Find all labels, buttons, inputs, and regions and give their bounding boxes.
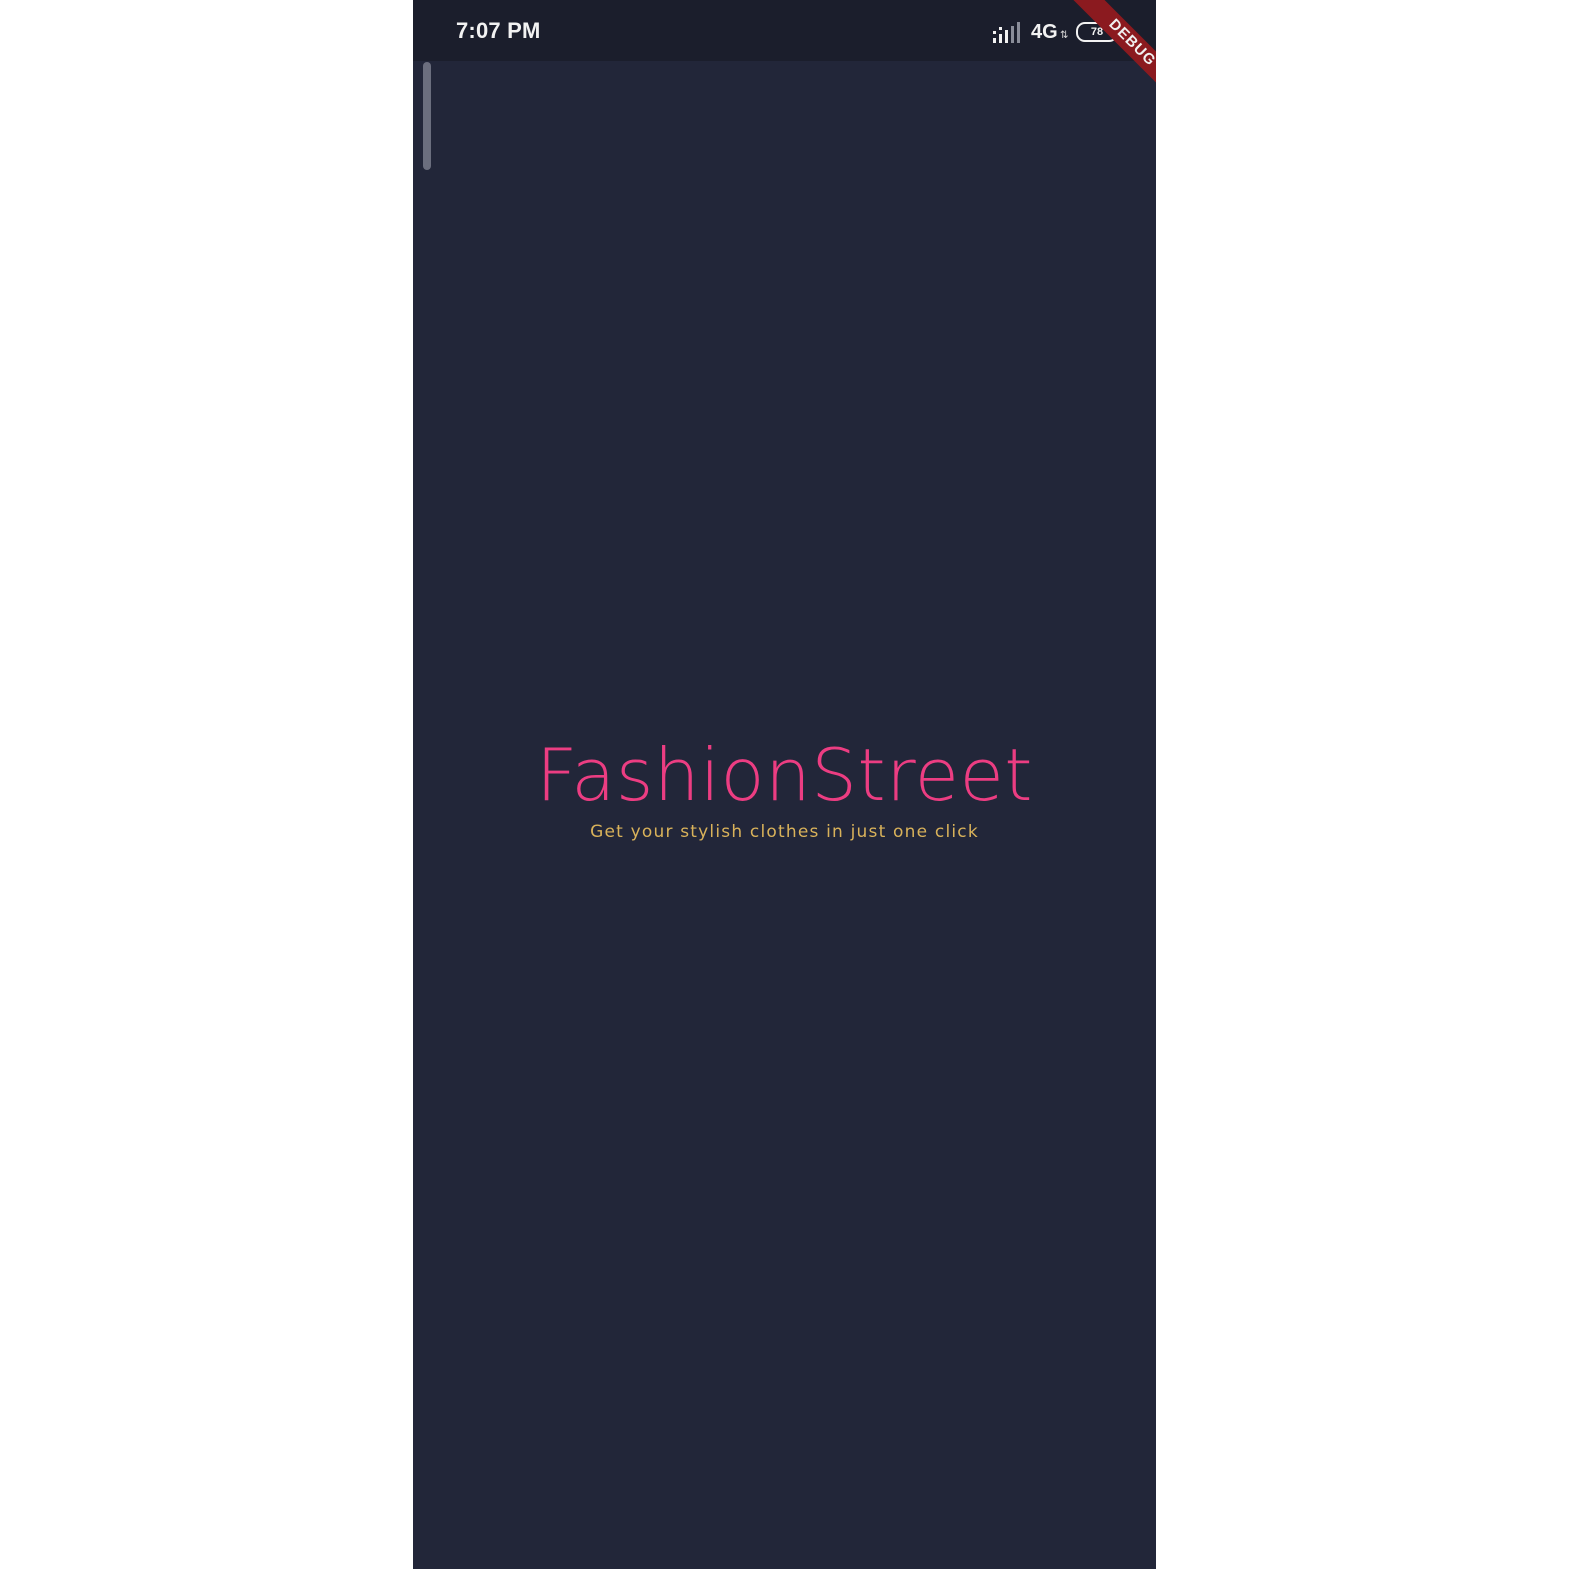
status-time: 7:07 PM — [456, 18, 541, 43]
network-type-label: 4G — [1031, 21, 1058, 43]
app-screen: 7:07 PM 4G ⇅ 78 DEBUG FashionStreet Get … — [413, 0, 1156, 1569]
brand-title: FashionStreet — [535, 733, 1034, 817]
brand-tagline: Get your stylish clothes in just one cli… — [590, 822, 979, 842]
page: 7:07 PM 4G ⇅ 78 DEBUG FashionStreet Get … — [0, 0, 1569, 1569]
scrollbar[interactable] — [423, 62, 431, 170]
network-activity-icon: ⇅ — [1060, 30, 1069, 41]
signal-bars-icon — [993, 22, 1020, 43]
status-bar: 7:07 PM 4G ⇅ 78 — [413, 0, 1156, 61]
